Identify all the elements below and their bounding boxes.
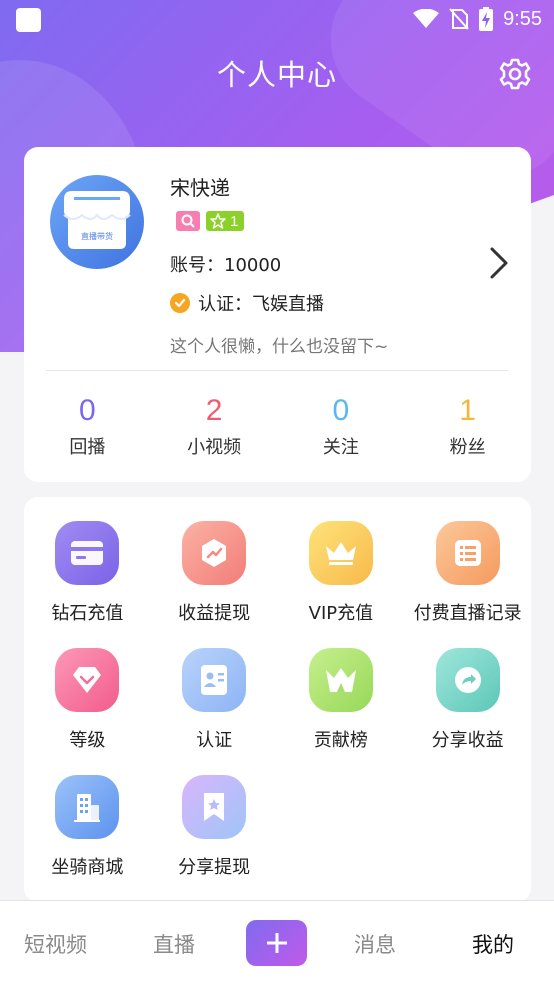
bottom-nav: 短视频 直播 消息 我的 bbox=[0, 900, 554, 986]
verification-text: 认证：飞娱直播 bbox=[198, 294, 324, 315]
stat-label: 关注 bbox=[322, 437, 359, 458]
func-label: 贡献榜 bbox=[313, 730, 368, 751]
list-icon bbox=[435, 521, 500, 585]
battery-charging-icon bbox=[479, 7, 494, 31]
stat-value: 0 bbox=[79, 394, 96, 427]
func-label: 分享收益 bbox=[431, 730, 504, 751]
stat-label: 粉丝 bbox=[449, 437, 486, 458]
nav-short-video[interactable]: 短视频 bbox=[24, 929, 87, 959]
page-title: 个人中心 bbox=[216, 58, 337, 92]
nav-messages[interactable]: 消息 bbox=[354, 929, 396, 959]
func-label: 坐骑商城 bbox=[51, 857, 124, 878]
avatar[interactable]: 直播带货 bbox=[50, 175, 144, 269]
wifi-icon bbox=[413, 9, 440, 28]
share-icon bbox=[435, 648, 500, 712]
create-button[interactable] bbox=[246, 920, 307, 966]
func-earnings-withdraw[interactable]: 收益提现 bbox=[151, 521, 278, 625]
func-mount-mall[interactable]: 坐骑商城 bbox=[24, 775, 151, 879]
check-icon bbox=[170, 293, 190, 313]
bio: 这个人很懒，什么也没留下~ bbox=[170, 337, 389, 357]
nav-live[interactable]: 直播 bbox=[153, 929, 195, 959]
status-bar: 9:55 bbox=[0, 0, 554, 38]
chart-icon bbox=[182, 521, 247, 585]
stat-label: 回播 bbox=[69, 437, 106, 458]
func-share-earnings[interactable]: 分享收益 bbox=[404, 648, 531, 752]
verification-row: 认证：飞娱直播 bbox=[170, 290, 324, 316]
account-id: 账号：10000 bbox=[170, 255, 282, 276]
func-label: 钻石充值 bbox=[51, 603, 124, 624]
func-share-withdraw[interactable]: 分享提现 bbox=[151, 775, 278, 879]
func-label: 分享提现 bbox=[178, 857, 251, 878]
search-badge-icon bbox=[176, 211, 200, 231]
no-sim-icon bbox=[449, 8, 469, 30]
star-icon bbox=[210, 213, 226, 229]
stat-label: 小视频 bbox=[187, 437, 242, 458]
stat-value: 1 bbox=[459, 394, 476, 427]
stats-row: 0 回播 2 小视频 0 关注 1 粉丝 bbox=[24, 393, 531, 459]
stat-value: 0 bbox=[332, 394, 350, 427]
stat-value: 2 bbox=[205, 394, 223, 427]
username: 宋快递 bbox=[170, 176, 230, 200]
building-icon bbox=[55, 775, 120, 839]
rank-crown-icon bbox=[308, 648, 373, 712]
level-value: 1 bbox=[230, 212, 239, 230]
func-level[interactable]: 等级 bbox=[24, 648, 151, 752]
function-grid-card: 钻石充值 收益提现 VIP充值 付费直播记录 等级 认证 贡献榜 分享收益 坐骑… bbox=[24, 497, 531, 902]
settings-button[interactable] bbox=[496, 55, 534, 93]
plus-icon bbox=[266, 933, 287, 953]
crown-icon bbox=[308, 521, 373, 585]
func-contribution-rank[interactable]: 贡献榜 bbox=[278, 648, 405, 752]
stat-following[interactable]: 0 关注 bbox=[278, 393, 405, 459]
level-badge: 1 bbox=[206, 211, 245, 231]
func-label: 认证 bbox=[196, 730, 233, 751]
func-verification[interactable]: 认证 bbox=[151, 648, 278, 752]
function-grid: 钻石充值 收益提现 VIP充值 付费直播记录 等级 认证 贡献榜 分享收益 坐骑… bbox=[24, 521, 531, 879]
id-card-icon bbox=[182, 648, 247, 712]
stat-short-videos[interactable]: 2 小视频 bbox=[151, 393, 278, 459]
func-label: 付费直播记录 bbox=[413, 603, 522, 624]
notification-icon bbox=[16, 8, 41, 32]
func-vip-recharge[interactable]: VIP充值 bbox=[278, 521, 405, 625]
stat-fans[interactable]: 1 粉丝 bbox=[404, 393, 531, 459]
func-paid-live-records[interactable]: 付费直播记录 bbox=[404, 521, 531, 625]
shop-logo: 直播带货 bbox=[63, 191, 131, 249]
bookmark-icon bbox=[182, 775, 247, 839]
gear-icon bbox=[499, 58, 531, 90]
badge-row: 1 bbox=[176, 211, 245, 231]
nav-mine[interactable]: 我的 bbox=[472, 929, 514, 959]
chevron-right-icon[interactable] bbox=[484, 243, 514, 283]
func-label: 收益提现 bbox=[178, 603, 251, 624]
profile-card[interactable]: 直播带货 宋快递 1 账号：10000 认证：飞娱直播 这个人很懒，什么也没留下… bbox=[24, 147, 531, 482]
divider bbox=[46, 370, 508, 371]
func-diamond-recharge[interactable]: 钻石充值 bbox=[24, 521, 151, 625]
stat-replays[interactable]: 0 回播 bbox=[24, 393, 151, 459]
gem-icon bbox=[55, 648, 120, 712]
card-icon bbox=[55, 521, 120, 585]
svg-text:直播带货: 直播带货 bbox=[81, 231, 113, 241]
status-time: 9:55 bbox=[503, 7, 542, 30]
func-label: VIP充值 bbox=[308, 603, 374, 624]
func-label: 等级 bbox=[69, 730, 106, 751]
